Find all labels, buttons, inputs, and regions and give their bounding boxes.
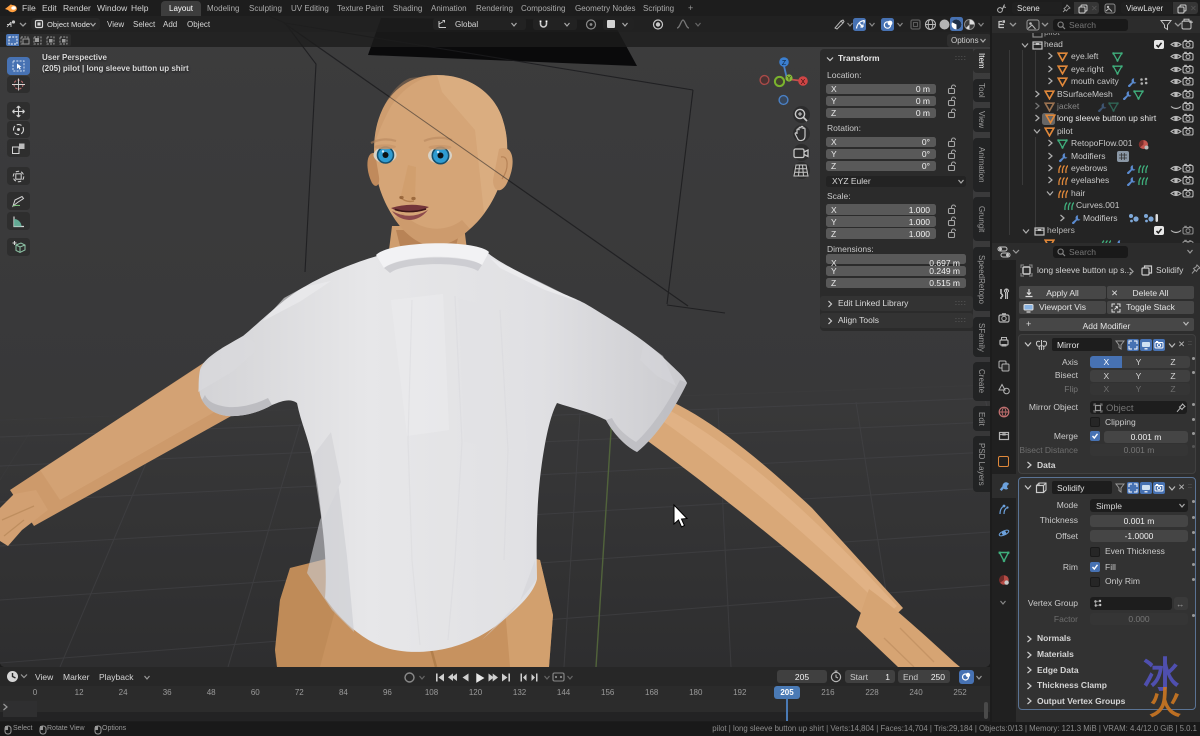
svg-text:Y: Y xyxy=(787,77,791,83)
svg-text:Z: Z xyxy=(782,60,787,67)
svg-text:X: X xyxy=(801,79,806,86)
